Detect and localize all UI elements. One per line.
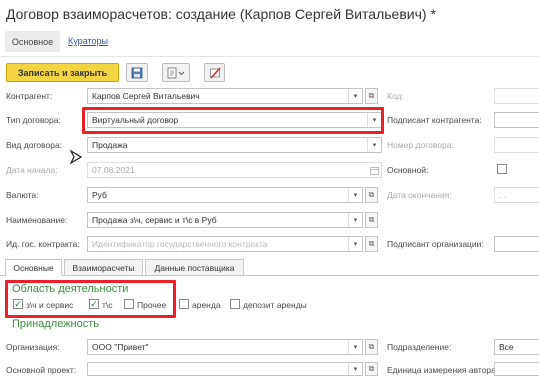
data-okonchaniya-field[interactable]: . . <box>494 187 539 203</box>
naimenovanie-field[interactable]: Продажа з\ч, сервис и т\с в Руб ▾ <box>87 212 363 228</box>
naimenovanie-dropdown-icon[interactable]: ▾ <box>348 213 362 227</box>
floppy-disk-icon <box>131 67 143 78</box>
ig-kontrakta-placeholder: Идентификатор государственного контракта <box>92 239 268 249</box>
checkbox-depozit-arendy[interactable] <box>230 299 240 309</box>
checkbox-zch-servis-label: з\ч и сервис <box>26 300 74 310</box>
kod-field[interactable] <box>494 88 539 104</box>
data-nachala-field[interactable]: 07.08.2021 <box>87 162 382 178</box>
prinadlezhnost-title: Принадлежность <box>12 318 100 330</box>
checkbox-prochee[interactable] <box>124 299 134 309</box>
subtab-dannye-postavshika[interactable]: Данные поставщика <box>145 259 244 276</box>
checkbox-ts-label: т\с <box>102 300 113 310</box>
ig-kontrakta-dropdown-icon[interactable]: ▾ <box>348 237 362 251</box>
ig-kontrakta-open-icon[interactable]: ⧉ <box>365 236 378 252</box>
osnovnoy-checkbox[interactable] <box>497 164 507 174</box>
kod-label: Код: <box>387 91 404 101</box>
valyuta-label: Валюта: <box>6 190 39 200</box>
oblast-title: Область деятельности <box>12 283 129 295</box>
subtab-vzaimoraschety[interactable]: Взаиморасчеты <box>64 259 143 276</box>
checkbox-prochee-label: Прочее <box>137 300 167 310</box>
podpisant-kontragenta-label: Подписант контрагента: <box>387 115 482 125</box>
tab-osnovnoe[interactable]: Основное <box>5 31 60 52</box>
kontragent-value: Карпов Сергей Витальевич <box>92 91 200 101</box>
organizaciya-value: ООО "Привет" <box>92 342 149 352</box>
osnovnoy-label: Основной: <box>387 165 429 175</box>
edinica-label: Единица измерения автораб: <box>387 365 504 375</box>
podrazdelenie-value: Все <box>499 342 514 352</box>
nomer-dogovora-field[interactable] <box>494 137 539 153</box>
edinica-field[interactable] <box>494 362 539 376</box>
generate-documents-icon <box>167 67 185 78</box>
podrazdelenie-field[interactable]: Все <box>494 339 539 355</box>
valyuta-open-icon[interactable]: ⧉ <box>365 187 378 203</box>
save-button[interactable] <box>126 63 148 82</box>
kontragent-dropdown-icon[interactable]: ▾ <box>348 89 362 103</box>
tip-dogovora-label: Тип договора: <box>6 115 61 125</box>
checkbox-ts[interactable]: ✓ <box>89 299 99 309</box>
organizaciya-label: Организация: <box>6 342 60 352</box>
organizaciya-field[interactable]: ООО "Привет" ▾ <box>87 339 363 355</box>
window-title: Договор взаиморасчетов: создание (Карпов… <box>6 6 436 22</box>
clear-button[interactable] <box>204 63 225 82</box>
naimenovanie-value: Продажа з\ч, сервис и т\с в Руб <box>92 215 217 225</box>
kontragent-label: Контрагент: <box>6 91 53 101</box>
subtab-osnovnye[interactable]: Основные <box>5 259 62 276</box>
ig-kontrakta-field[interactable]: Идентификатор государственного контракта… <box>87 236 363 252</box>
mouse-cursor-icon <box>70 150 82 164</box>
podpisant-organizacii-field[interactable] <box>494 236 539 252</box>
vid-dogovora-value: Продажа <box>92 140 128 150</box>
data-okonchaniya-value: . . <box>499 190 507 200</box>
osnovnoy-proekt-open-icon[interactable]: ⧉ <box>365 362 378 376</box>
data-nachala-label: Дата начала: <box>6 165 58 175</box>
generate-documents-button[interactable] <box>162 63 190 82</box>
highlight-tip-dogovora <box>82 107 384 134</box>
vid-dogovora-field[interactable]: Продажа ▾ <box>87 137 382 153</box>
checkbox-arenda-label: аренда <box>192 300 221 310</box>
save-and-close-button[interactable]: Записать и закрыть <box>6 63 119 82</box>
ig-kontrakta-label: Ид. гос. контракта: <box>6 239 80 249</box>
osnovnoy-proekt-field[interactable]: ▾ <box>87 362 363 376</box>
naimenovanie-open-icon[interactable]: ⧉ <box>365 212 378 228</box>
valyuta-field[interactable]: Руб ▾ <box>87 187 363 203</box>
organizaciya-dropdown-icon[interactable]: ▾ <box>348 340 362 354</box>
valyuta-value: Руб <box>92 190 107 200</box>
kontragent-open-icon[interactable]: ⧉ <box>365 88 378 104</box>
checkbox-zch-servis[interactable]: ✓ <box>13 299 23 309</box>
valyuta-dropdown-icon[interactable]: ▾ <box>348 188 362 202</box>
data-okonchaniya-label: Дата окончания: <box>387 190 452 200</box>
tab-kuratory[interactable]: Кураторы <box>68 36 108 46</box>
podpisant-kontragenta-field[interactable] <box>494 112 539 128</box>
checkbox-arenda[interactable] <box>179 299 189 309</box>
clear-icon <box>209 67 221 78</box>
divider <box>0 56 539 57</box>
organizaciya-open-icon[interactable]: ⧉ <box>365 339 378 355</box>
vid-dogovora-dropdown-icon[interactable]: ▾ <box>367 138 381 152</box>
podpisant-organizacii-label: Подписант организации: <box>387 239 484 249</box>
osnovnoy-proekt-label: Основной проект: <box>6 365 77 375</box>
data-nachala-value: 07.08.2021 <box>92 165 135 175</box>
kontragent-field[interactable]: Карпов Сергей Витальевич ▾ <box>87 88 363 104</box>
vid-dogovora-label: Вид договора: <box>6 140 63 150</box>
checkbox-depozit-arendy-label: депозит аренды <box>243 300 307 310</box>
naimenovanie-label: Наименование: <box>6 215 68 225</box>
podrazdelenie-label: Подразделение: <box>387 342 452 352</box>
osnovnoy-proekt-dropdown-icon[interactable]: ▾ <box>348 363 362 375</box>
calendar-icon[interactable] <box>367 163 381 177</box>
nomer-dogovora-label: Номер договора: <box>387 140 454 150</box>
